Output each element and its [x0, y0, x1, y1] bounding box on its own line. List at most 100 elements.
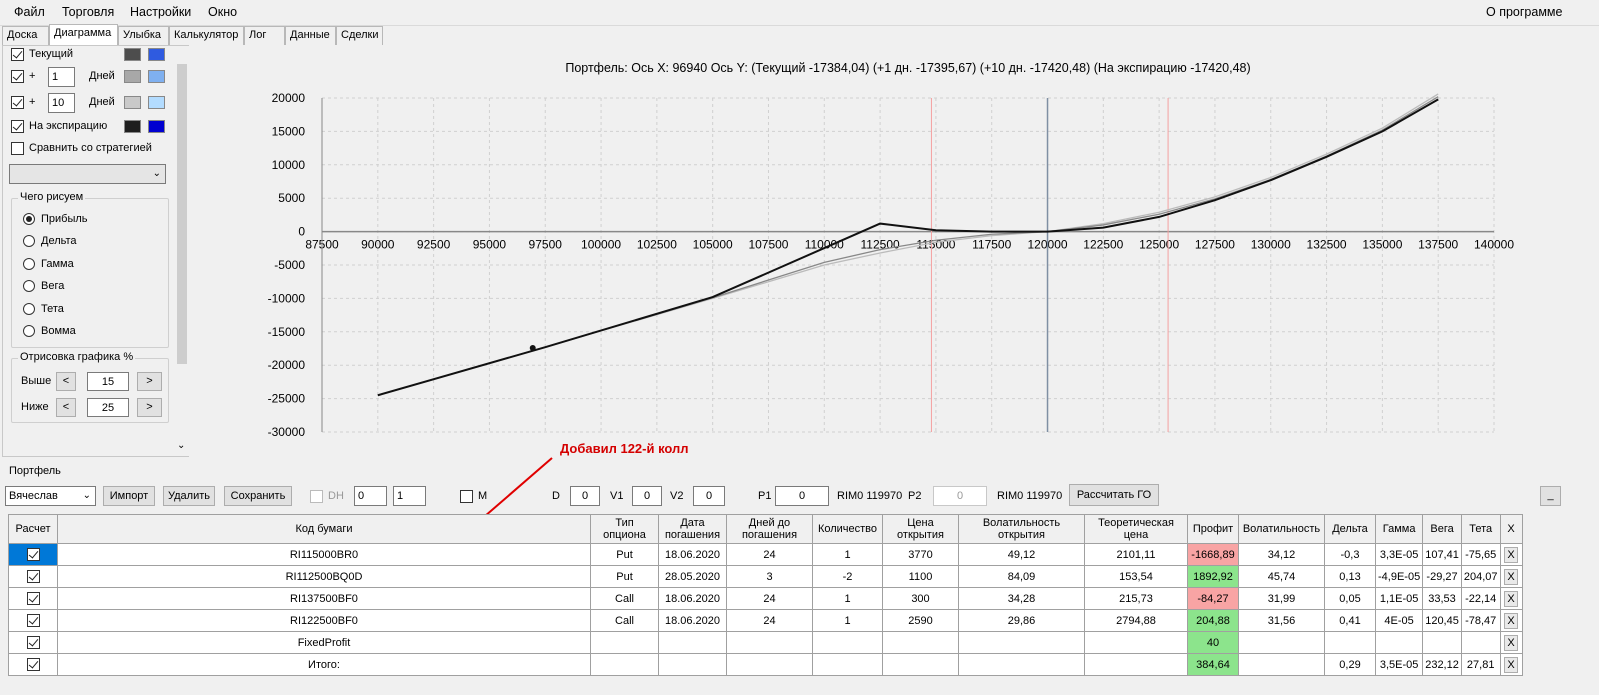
remove-row-button[interactable]: X — [1504, 568, 1519, 585]
table-row[interactable]: RI122500BF0 Call 18.06.2020 24 1 2590 29,86 279… — [8, 609, 1523, 632]
expiry-color-light[interactable] — [148, 120, 165, 133]
remove-row-button[interactable]: X — [1504, 656, 1519, 673]
radio-theta[interactable] — [23, 303, 35, 315]
v1-input[interactable]: 0 — [632, 486, 662, 506]
calc-cell[interactable] — [8, 631, 58, 654]
col-theta[interactable]: Тета — [1460, 514, 1501, 544]
tab-log[interactable]: Лог — [244, 26, 285, 45]
calc-checkbox[interactable] — [26, 658, 40, 671]
calc-checkbox[interactable] — [26, 570, 40, 583]
scroll-down-icon[interactable]: ⌄ — [177, 440, 185, 451]
calc-cell[interactable] — [8, 543, 58, 566]
v2-input[interactable]: 0 — [693, 486, 725, 506]
below-decrease-button[interactable]: < — [56, 398, 76, 417]
remove-cell[interactable]: X — [1499, 631, 1523, 654]
radio-gamma[interactable] — [23, 258, 35, 270]
p1-input[interactable]: 0 — [775, 486, 829, 506]
calc-cell[interactable] — [8, 609, 58, 632]
d-input[interactable]: 0 — [570, 486, 600, 506]
delete-button[interactable]: Удалить — [163, 486, 215, 506]
remove-cell[interactable]: X — [1499, 587, 1523, 610]
dh-spin-1[interactable]: 0 — [354, 486, 387, 506]
current-color-dark[interactable] — [124, 48, 141, 61]
below-increase-button[interactable]: > — [137, 398, 162, 417]
radio-vomma[interactable] — [23, 325, 35, 337]
remove-cell[interactable]: X — [1499, 653, 1523, 676]
plus1-checkbox[interactable] — [11, 70, 24, 83]
menu-trade[interactable]: Торговля — [62, 5, 114, 19]
menu-about[interactable]: О программе — [1486, 5, 1562, 19]
calc-go-button[interactable]: Рассчитать ГО — [1069, 484, 1159, 506]
calc-checkbox[interactable] — [26, 592, 40, 605]
table-row[interactable]: RI112500BQ0D Put 28.05.2020 3 -2 1100 84,09 153… — [8, 565, 1523, 588]
plus10-days-input[interactable]: 10 — [48, 93, 75, 113]
plus10-color-light[interactable] — [148, 96, 165, 109]
radio-profit[interactable] — [23, 213, 35, 225]
tab-data[interactable]: Данные — [285, 26, 336, 45]
col-gamma[interactable]: Гамма — [1374, 514, 1424, 544]
plus10-checkbox[interactable] — [11, 96, 24, 109]
remove-cell[interactable]: X — [1499, 565, 1523, 588]
col-quantity[interactable]: Количество — [812, 514, 883, 544]
col-delta[interactable]: Дельта — [1324, 514, 1376, 544]
remove-row-button[interactable]: X — [1504, 590, 1519, 607]
above-decrease-button[interactable]: < — [56, 372, 76, 391]
tab-diagram[interactable]: Диаграмма — [49, 24, 118, 45]
dh-checkbox[interactable] — [310, 490, 323, 503]
table-row[interactable]: RI137500BF0 Call 18.06.2020 24 1 300 34,28 215,… — [8, 587, 1523, 610]
import-button[interactable]: Импорт — [103, 486, 155, 506]
above-increase-button[interactable]: > — [137, 372, 162, 391]
table-row[interactable]: FixedProfit 40 X — [8, 631, 1523, 654]
expiry-checkbox[interactable] — [11, 120, 24, 133]
col-vega[interactable]: Вега — [1422, 514, 1462, 544]
table-row[interactable]: Итого: 384,64 0,29 3,5E-05 232,12 27,81 X — [8, 653, 1523, 676]
col-calc[interactable]: Расчет — [8, 514, 58, 544]
compare-checkbox[interactable] — [11, 142, 24, 155]
remove-cell[interactable]: X — [1499, 609, 1523, 632]
menu-window[interactable]: Окно — [208, 5, 237, 19]
col-remove[interactable]: X — [1499, 514, 1523, 544]
p2-input[interactable]: 0 — [933, 486, 987, 506]
col-open-price[interactable]: Цена открытия — [882, 514, 959, 544]
calc-cell[interactable] — [8, 565, 58, 588]
table-row[interactable]: RI115000BR0 Put 18.06.2020 24 1 3770 49,12 2101… — [8, 543, 1523, 566]
m-checkbox[interactable] — [460, 490, 473, 503]
menu-file[interactable]: Файл — [14, 5, 45, 19]
tab-board[interactable]: Доска — [2, 26, 49, 45]
col-expiry-date[interactable]: Дата погашения — [658, 514, 727, 544]
calc-cell[interactable] — [8, 587, 58, 610]
radio-vega[interactable] — [23, 280, 35, 292]
col-profit[interactable]: Профит — [1187, 514, 1239, 544]
tab-smile[interactable]: Улыбка — [118, 26, 169, 45]
current-color-light[interactable] — [148, 48, 165, 61]
remove-cell[interactable]: X — [1499, 543, 1523, 566]
plus1-color-light[interactable] — [148, 70, 165, 83]
left-scrollbar-thumb[interactable] — [177, 64, 187, 364]
left-scrollbar[interactable]: ⌄ — [175, 46, 189, 456]
above-input[interactable]: 15 — [87, 372, 129, 391]
dh-spin-2[interactable]: 1 — [393, 486, 426, 506]
calc-cell[interactable] — [8, 653, 58, 676]
col-days-left[interactable]: Дней до погашения — [726, 514, 813, 544]
calc-checkbox[interactable] — [26, 636, 40, 649]
calc-checkbox[interactable] — [26, 548, 40, 561]
tab-calculator[interactable]: Калькулятор — [169, 26, 244, 45]
account-select[interactable]: Вячеслав ⌄ — [5, 486, 96, 506]
minimize-button[interactable]: _ — [1540, 486, 1561, 506]
col-vol[interactable]: Волатильность — [1238, 514, 1325, 544]
strategy-select[interactable]: ⌄ — [9, 164, 166, 184]
col-theor-price[interactable]: Теоретическая цена — [1084, 514, 1188, 544]
expiry-color-dark[interactable] — [124, 120, 141, 133]
col-code[interactable]: Код бумаги — [57, 514, 591, 544]
remove-row-button[interactable]: X — [1504, 612, 1519, 629]
menu-settings[interactable]: Настройки — [130, 5, 191, 19]
col-type[interactable]: Тип опциона — [590, 514, 659, 544]
tab-deals[interactable]: Сделки — [336, 26, 383, 45]
remove-row-button[interactable]: X — [1504, 546, 1519, 563]
plus1-color-dark[interactable] — [124, 70, 141, 83]
plus10-color-dark[interactable] — [124, 96, 141, 109]
current-checkbox[interactable] — [11, 48, 24, 61]
col-open-vol[interactable]: Волатильность открытия — [958, 514, 1085, 544]
remove-row-button[interactable]: X — [1504, 634, 1519, 651]
calc-checkbox[interactable] — [26, 614, 40, 627]
